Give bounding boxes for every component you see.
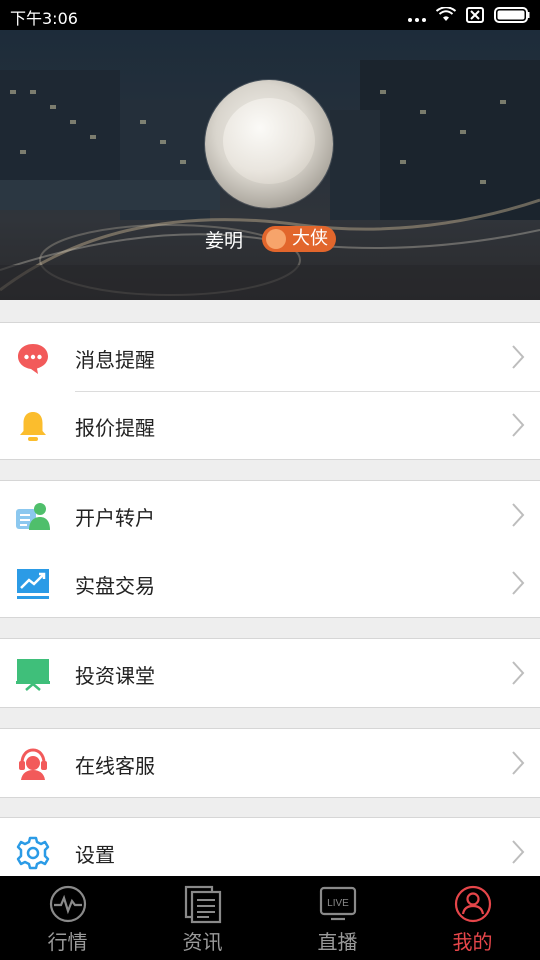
more-dots-icon — [408, 8, 426, 22]
bottom-tab-bar: 行情 资讯 LIVE 直播 我的 — [0, 876, 540, 960]
live-icon: LIVE — [319, 886, 356, 921]
badge-icon — [266, 229, 286, 249]
chevron-right-icon — [512, 413, 525, 437]
status-bar: 下午3:06 — [0, 0, 540, 30]
menu-group-trading: 开户转户 实盘交易 — [0, 480, 540, 618]
tab-label: 我的 — [452, 930, 493, 954]
chevron-right-icon — [512, 751, 525, 775]
menu-item-live-trading[interactable]: 实盘交易 — [0, 549, 540, 617]
menu-item-message-reminder[interactable]: 消息提醒 — [0, 323, 540, 391]
menu-item-label: 在线客服 — [75, 754, 155, 778]
sim-off-icon — [466, 7, 484, 23]
chevron-right-icon — [512, 571, 525, 595]
menu-item-quote-reminder[interactable]: 报价提醒 — [0, 391, 540, 459]
pulse-icon — [49, 885, 86, 923]
tab-label: 资讯 — [182, 930, 223, 954]
menu-item-label: 投资课堂 — [75, 664, 155, 688]
menu-group-notifications: 消息提醒 报价提醒 — [0, 322, 540, 460]
wifi-icon — [436, 7, 456, 21]
message-icon — [18, 344, 48, 374]
battery-icon — [494, 7, 530, 23]
menu-item-label: 开户转户 — [75, 506, 155, 530]
menu-group-support: 在线客服 — [0, 728, 540, 798]
news-icon — [184, 885, 221, 924]
username: 姜明 — [205, 230, 244, 252]
chevron-right-icon — [512, 345, 525, 369]
menu-item-label: 实盘交易 — [75, 574, 155, 598]
bell-icon — [20, 412, 46, 441]
menu-item-label: 消息提醒 — [75, 348, 155, 372]
level-badge: 大侠 — [262, 226, 336, 252]
chevron-right-icon — [512, 661, 525, 685]
classroom-icon — [16, 659, 50, 691]
menu-item-online-service[interactable]: 在线客服 — [0, 729, 540, 797]
status-time: 下午3:06 — [10, 9, 78, 28]
menu-item-investment-class[interactable]: 投资课堂 — [0, 639, 540, 707]
menu-item-label: 报价提醒 — [75, 416, 155, 440]
menu-item-label: 设置 — [75, 843, 115, 867]
tab-live[interactable]: LIVE 直播 — [270, 876, 405, 960]
tab-mine[interactable]: 我的 — [405, 876, 540, 960]
menu-group-learning: 投资课堂 — [0, 638, 540, 708]
chevron-right-icon — [512, 840, 525, 864]
svg-text:LIVE: LIVE — [327, 898, 349, 909]
tab-market[interactable]: 行情 — [0, 876, 135, 960]
tab-label: 行情 — [47, 930, 88, 954]
gear-icon — [16, 836, 50, 870]
menu-item-open-account[interactable]: 开户转户 — [0, 481, 540, 549]
avatar[interactable] — [205, 80, 333, 208]
tab-label: 直播 — [317, 930, 358, 954]
profile-header: 姜明 大侠 — [0, 30, 540, 300]
trend-chart-icon — [17, 569, 49, 599]
headset-icon — [19, 748, 47, 780]
account-icon — [16, 503, 50, 530]
badge-label: 大侠 — [292, 228, 328, 249]
chevron-right-icon — [512, 503, 525, 527]
tab-news[interactable]: 资讯 — [135, 876, 270, 960]
user-icon — [454, 885, 491, 923]
status-icons — [408, 5, 530, 25]
